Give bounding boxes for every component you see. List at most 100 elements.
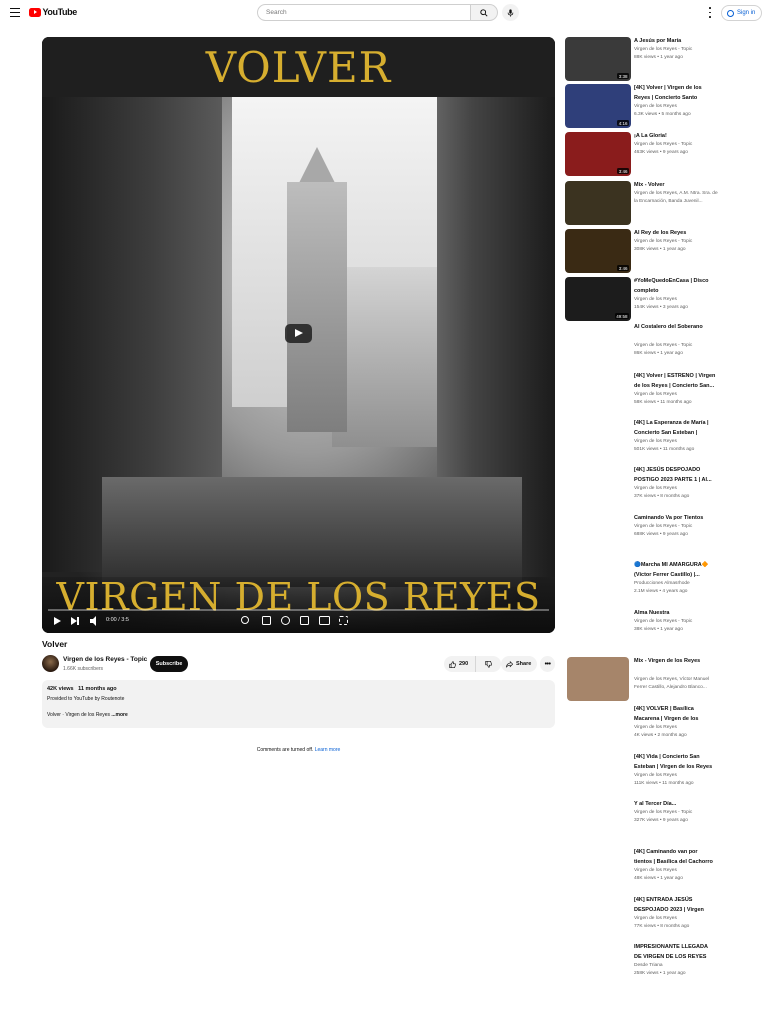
learn-more-link[interactable]: Learn more: [315, 747, 341, 753]
more-actions-button[interactable]: •••: [540, 656, 555, 672]
progress-bar[interactable]: [48, 609, 549, 611]
next-icon[interactable]: [70, 615, 80, 627]
recommendation-channel[interactable]: Virgen de los Reyes - Topic: [634, 46, 718, 54]
recommendation-item[interactable]: 49:58 #YoMeQuedoEnCasa | Disco completo Vi…: [565, 277, 725, 323]
recommendation-meta: 6.3K views • 5 months ago: [634, 112, 691, 117]
recommendation-channel[interactable]: Virgen de los Reyes: [634, 867, 718, 875]
recommendation-item[interactable]: Alma Nuestra Virgen de los Reyes - Topic 3…: [565, 609, 725, 655]
recommendation-channel[interactable]: Virgen de los Reyes: [634, 103, 718, 111]
search-input[interactable]: Search: [257, 4, 471, 21]
share-button[interactable]: Share: [501, 656, 537, 672]
show-more-link[interactable]: ...more: [111, 712, 127, 718]
video-player[interactable]: VOLVER VIRGEN DE LOS REYES 0:00 / 3:5: [42, 37, 555, 633]
recommendation-meta: 48K views • 1 year ago: [634, 876, 683, 881]
frame-tower-spire: [297, 147, 337, 187]
settings-gear-icon[interactable]: [281, 616, 290, 625]
recommendation-thumbnail[interactable]: [565, 181, 631, 225]
menu-icon[interactable]: [10, 8, 20, 17]
recommendation-item[interactable]: 3:46 ¡A La Gloria! Virgen de los Reyes - T…: [565, 132, 725, 178]
recommendation-channel[interactable]: Virgen de los Reyes - Topic: [634, 238, 718, 246]
recommendation-channel[interactable]: Producciones Almasrhode: [634, 580, 718, 588]
search-button[interactable]: [471, 4, 498, 21]
recommendation-item[interactable]: 3:46 Al Rey de los Reyes Virgen de los Rey…: [565, 229, 725, 275]
autoplay-toggle-icon[interactable]: [241, 616, 249, 624]
recommendation-thumbnail[interactable]: 3:46: [565, 229, 631, 273]
recommendation-title[interactable]: IMPRESIONANTE LLEGADA DE VIRGEN DE LOS R…: [634, 943, 716, 962]
recommendation-title[interactable]: [4K] La Esperanza de María | Concierto S…: [634, 419, 716, 438]
recommendation-item[interactable]: Al Costalero del Soberano Virgen de los R…: [565, 323, 725, 369]
recommendation-item[interactable]: 3:38 A Jesús por María Virgen de los Reyes…: [565, 37, 725, 83]
recommendation-item[interactable]: [4K] ENTRADA JESÚS DESPOJADO 2023 | Virg…: [565, 896, 725, 942]
recommendation-title[interactable]: [4K] Volver | Virgen de los Reyes | Conc…: [634, 84, 716, 103]
voice-search-button[interactable]: [502, 4, 519, 21]
recommendation-thumbnail[interactable]: 49:58: [565, 277, 631, 321]
recommendation-title[interactable]: [4K] Vida | Concierto San Esteban | Virg…: [634, 753, 716, 772]
channel-avatar[interactable]: [42, 655, 59, 672]
recommendation-item[interactable]: 4:16 [4K] Volver | Virgen de los Reyes | …: [565, 84, 725, 130]
cover-title-top: VOLVER: [205, 43, 392, 92]
youtube-logo[interactable]: YouTube: [29, 7, 77, 17]
channel-name[interactable]: Virgen de los Reyes - Topic: [63, 656, 147, 663]
recommendation-item[interactable]: IMPRESIONANTE LLEGADA DE VIRGEN DE LOS R…: [565, 943, 725, 989]
recommendation-channel[interactable]: Virgen de los Reyes: [634, 485, 718, 493]
like-button[interactable]: 290: [444, 656, 476, 672]
recommendation-channel[interactable]: Virgen de los Reyes: [634, 772, 718, 780]
recommendation-item[interactable]: Mix - Volver Virgen de los Reyes, A.M. Nt…: [565, 181, 725, 227]
sign-in-button[interactable]: Sign in: [721, 5, 762, 21]
comments-off-text: Comments are turned off.: [256, 747, 314, 753]
recommendation-thumbnail[interactable]: 3:46: [565, 132, 631, 176]
recommendation-title[interactable]: [4K] ENTRADA JESÚS DESPOJADO 2023 | Virg…: [634, 896, 716, 915]
recommendation-channel[interactable]: Virgen de los Reyes: [634, 296, 718, 304]
recommendation-channel[interactable]: Virgen de los Reyes - Topic: [634, 141, 718, 149]
recommendation-title[interactable]: #YoMeQuedoEnCasa | Disco completo: [634, 277, 716, 296]
recommendation-channel[interactable]: Virgen de los Reyes: [634, 438, 718, 446]
recommendation-thumbnail[interactable]: [567, 657, 629, 701]
recommendation-item[interactable]: [4K] VOLVER | Basílica Macarena | Virgen…: [565, 705, 725, 751]
recommendation-item[interactable]: [4K] Vida | Concierto San Esteban | Virg…: [565, 753, 725, 799]
captions-icon[interactable]: [262, 616, 271, 625]
recommendation-item[interactable]: [4K] Caminando van por tientos | Basílic…: [565, 848, 725, 894]
recommendation-channel[interactable]: Virgen de los Reyes, A.M. Ntra. Sra. de …: [634, 190, 718, 206]
like-dislike-group: 290: [444, 656, 501, 672]
recommendation-title[interactable]: [4K] Volver | ESTRENO | Virgen de los Re…: [634, 372, 716, 391]
theater-mode-icon[interactable]: [319, 616, 330, 625]
recommendation-title[interactable]: 🔵Marcha MI AMARGURA🔶 (Víctor Ferrer Cast…: [634, 561, 716, 580]
recommendation-item[interactable]: 🔵Marcha MI AMARGURA🔶 (Víctor Ferrer Cast…: [565, 561, 725, 607]
recommendation-channel[interactable]: Virgen de los Reyes: [634, 391, 718, 399]
recommendation-meta: 4K views • 2 months ago: [634, 733, 687, 738]
recommendation-channel[interactable]: Virgen de los Reyes - Topic: [634, 342, 718, 350]
recommendation-channel[interactable]: Virgen de los Reyes - Topic: [634, 523, 718, 531]
recommendation-title[interactable]: [4K] JESÚS DESPOJADO POSTIGO 2023 PARTE …: [634, 466, 716, 485]
recommendation-thumbnail[interactable]: 4:16: [565, 84, 631, 128]
description-box[interactable]: 42K views 11 months ago Provided to YouT…: [42, 680, 555, 728]
dislike-button[interactable]: [476, 656, 501, 672]
large-play-button[interactable]: [285, 324, 312, 343]
recommendation-item[interactable]: Y al Tercer Día... Virgen de los Reyes - …: [565, 800, 725, 846]
recommendation-title[interactable]: Al Costalero del Soberano: [634, 323, 716, 333]
settings-kebab-icon[interactable]: [706, 7, 714, 18]
recommendation-title[interactable]: Mix - Virgen de los Reyes: [634, 657, 716, 667]
recommendation-channel[interactable]: Desde Triana: [634, 962, 718, 970]
recommendation-item[interactable]: [4K] Volver | ESTRENO | Virgen de los Re…: [565, 372, 725, 418]
recommendation-channel[interactable]: Virgen de los Reyes: [634, 915, 718, 923]
recommendation-item[interactable]: Caminando Va por Tientos Virgen de los Re…: [565, 514, 725, 560]
comments-disabled-notice: Comments are turned off. Learn more: [42, 747, 555, 753]
recommendation-channel[interactable]: Virgen de los Reyes - Topic: [634, 809, 718, 817]
description-meta: 42K views 11 months ago: [47, 686, 550, 692]
recommendation-item[interactable]: Mix - Virgen de los Reyes Virgen de los R…: [565, 657, 725, 703]
recommendation-title[interactable]: [4K] VOLVER | Basílica Macarena | Virgen…: [634, 705, 716, 724]
play-icon[interactable]: [52, 615, 62, 627]
subscribe-button[interactable]: Subscribe: [150, 656, 188, 672]
miniplayer-icon[interactable]: [300, 616, 309, 625]
recommendation-thumbnail[interactable]: 3:38: [565, 37, 631, 81]
recommendation-channel[interactable]: Virgen de los Reyes - Topic: [634, 618, 718, 626]
recommendation-channel[interactable]: Virgen de los Reyes, Víctor Manuel Ferre…: [634, 676, 718, 692]
fullscreen-icon[interactable]: [339, 616, 348, 625]
youtube-logo-text: YouTube: [42, 7, 78, 17]
recommendation-title[interactable]: [4K] Caminando van por tientos | Basílic…: [634, 848, 716, 867]
volume-icon[interactable]: [89, 615, 99, 627]
recommendation-channel[interactable]: Virgen de los Reyes: [634, 724, 718, 732]
recommendation-item[interactable]: [4K] La Esperanza de María | Concierto S…: [565, 419, 725, 465]
recommendation-item[interactable]: [4K] JESÚS DESPOJADO POSTIGO 2023 PARTE …: [565, 466, 725, 512]
video-title: Volver: [42, 639, 68, 649]
